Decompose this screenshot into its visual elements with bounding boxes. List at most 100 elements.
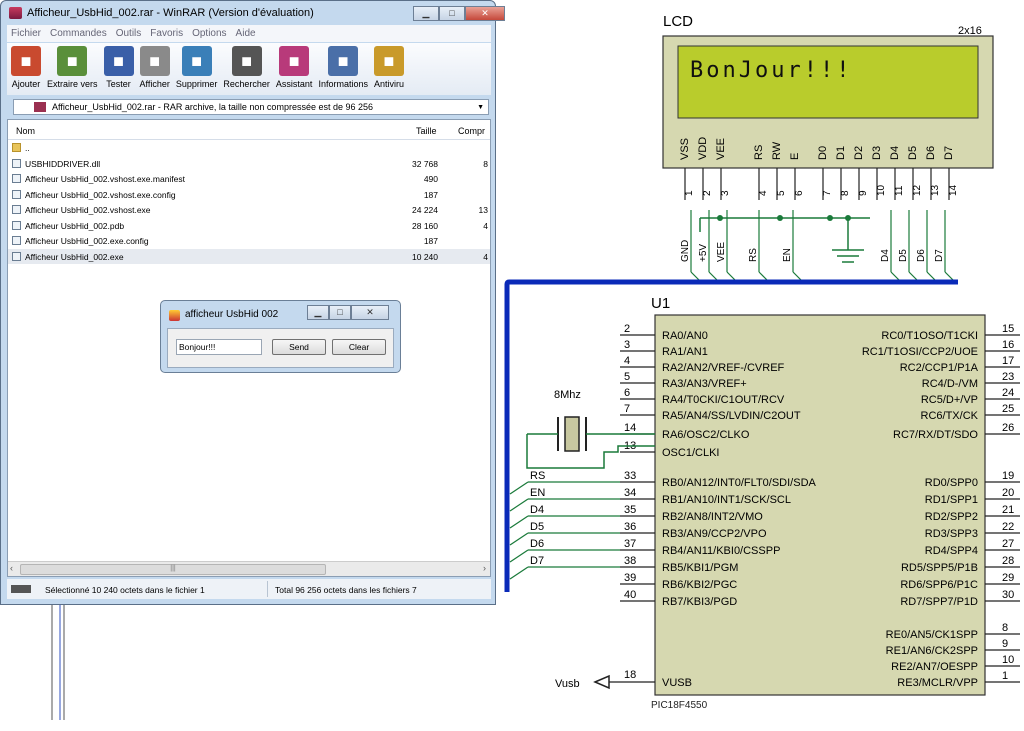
mcu-pin-number: 3	[624, 339, 630, 351]
mcu-pin-number: 37	[624, 538, 636, 550]
lcd-pin-name: D2	[853, 146, 865, 160]
lcd-label: LCD	[663, 13, 693, 30]
toolbar-button-5[interactable]: ■ Rechercher	[223, 43, 270, 95]
mcu-pin-name: RD7/SPP7/P1D	[900, 596, 978, 608]
toolbar-button-8[interactable]: ■ Antiviru	[373, 43, 404, 95]
toolbar-button-4[interactable]: ■ Supprimer	[175, 43, 218, 95]
toolbar-button-3[interactable]: ■ Afficher	[140, 43, 170, 95]
toolbar-button-1[interactable]: ■ Extraire vers	[47, 43, 98, 95]
menu-options[interactable]: Options	[192, 28, 226, 39]
path-dropdown-icon[interactable]: ▼	[477, 104, 484, 111]
mcu-bus-label: D7	[530, 555, 544, 567]
file-name: Afficheur UsbHid_002.exe	[25, 251, 124, 262]
mcu-pin-name: RA0/AN0	[662, 330, 708, 342]
file-row[interactable]: Afficheur UsbHid_002.vshost.exe 24 224 13	[8, 202, 490, 218]
dialog-maximize-button[interactable]: □	[329, 305, 351, 320]
scroll-right-icon[interactable]: ›	[483, 563, 486, 573]
menu-favoris[interactable]: Favoris	[150, 28, 183, 39]
column-header-size[interactable]: Taille	[416, 126, 437, 136]
mcu-bus-label: D5	[530, 521, 544, 533]
scroll-left-icon[interactable]: ‹	[10, 563, 13, 573]
mcu-pin-name: RE2/AN7/OESPP	[891, 661, 978, 673]
winrar-titlebar[interactable]: Afficheur_UsbHid_002.rar - WinRAR (Versi…	[5, 4, 505, 22]
file-size: 24 224	[412, 205, 438, 215]
maximize-button[interactable]: □	[439, 6, 465, 21]
menu-outils[interactable]: Outils	[116, 28, 142, 39]
view-icon: ■	[139, 46, 170, 76]
scrollbar-thumb[interactable]: |||	[20, 564, 326, 575]
lcd-size-label: 2x16	[958, 25, 982, 37]
mcu-pin-number: 35	[624, 504, 636, 516]
column-header-compressed[interactable]: Compr	[458, 126, 485, 136]
archive-path-bar[interactable]: Afficheur_UsbHid_002.rar - RAR archive, …	[13, 99, 489, 115]
lcd-pin-number: 1	[684, 190, 695, 196]
archive-path-text: Afficheur_UsbHid_002.rar - RAR archive, …	[52, 102, 374, 112]
toolbar-label: Rechercher	[223, 79, 270, 89]
file-row[interactable]: Afficheur UsbHid_002.pdb 28 160 4	[8, 218, 490, 234]
mcu-pin-name: RC1/T1OSI/CCP2/UOE	[862, 346, 978, 358]
mcu-pin-name: RD1/SPP1	[925, 494, 978, 506]
file-size: 187	[423, 189, 438, 200]
file-row[interactable]: Afficheur UsbHid_002.exe.config 187	[8, 233, 490, 249]
mcu-pin-number: 9	[1002, 638, 1008, 650]
menubar: Fichier Commandes Outils Favoris Options Aide	[7, 25, 491, 42]
exe-file-icon	[12, 205, 21, 214]
clear-button[interactable]: Clear	[332, 339, 386, 355]
mcu-pin-name: RA2/AN2/VREF-/CVREF	[662, 362, 785, 374]
mcu-pin-name: RB5/KBI1/PGM	[662, 562, 738, 574]
toolbar-label: Supprimer	[175, 79, 218, 89]
mcu-pin-number: 29	[1002, 572, 1014, 584]
file-row[interactable]: USBHIDDRIVER.dll 32 768 8	[8, 156, 490, 172]
menu-aide[interactable]: Aide	[236, 28, 256, 39]
config-file-icon	[12, 189, 21, 199]
app-icon	[169, 310, 180, 321]
file-row[interactable]: ..	[8, 140, 490, 156]
message-input[interactable]	[176, 339, 262, 355]
archive-icon	[34, 102, 46, 112]
mcu-pin-name: RA4/T0CKI/C1OUT/RCV	[662, 394, 785, 406]
lcd-pin-number: 13	[930, 184, 941, 196]
status-selected: Sélectionné 10 240 octets dans le fichie…	[45, 585, 205, 595]
toolbar-button-2[interactable]: ■ Tester	[103, 43, 134, 95]
lcd-net-label: GND	[680, 240, 691, 262]
lcd-pin-name: D1	[835, 146, 847, 160]
mcu-pin-name: RB0/AN12/INT0/FLT0/SDI/SDA	[662, 477, 817, 489]
toolbar-button-0[interactable]: ■ Ajouter	[11, 43, 41, 95]
file-size: 490	[423, 174, 438, 184]
lcd-pin-number: 6	[794, 190, 805, 196]
file-row[interactable]: Afficheur UsbHid_002.exe 10 240 4	[8, 248, 490, 264]
mcu-pin-number: 23	[1002, 371, 1014, 383]
crystal-component[interactable]	[557, 416, 587, 452]
file-compressed: 13	[478, 205, 488, 215]
mcu-pin-name: RC6/TX/CK	[921, 410, 979, 422]
lcd-pin-number: 14	[948, 184, 959, 196]
close-button[interactable]: ✕	[465, 6, 505, 21]
file-row[interactable]: Afficheur UsbHid_002.vshost.exe.config 18…	[8, 187, 490, 203]
mcu-pin-number: 4	[624, 355, 630, 367]
minimize-button[interactable]: ▁	[413, 6, 439, 21]
dialog-minimize-button[interactable]: ▁	[307, 305, 329, 320]
horizontal-scrollbar[interactable]: ‹ ||| ›	[8, 561, 490, 576]
column-header-name[interactable]: Nom	[16, 126, 35, 136]
send-button[interactable]: Send	[272, 339, 326, 355]
toolbar-button-7[interactable]: ■ Informations	[318, 43, 368, 95]
delete-icon: ■	[181, 46, 212, 76]
mcu-pin-number: 36	[624, 521, 636, 533]
config-file-icon	[12, 236, 21, 245]
menu-fichier[interactable]: Fichier	[11, 28, 41, 39]
mcu-pin-number: 30	[1002, 589, 1014, 601]
toolbar-label: Extraire vers	[47, 79, 98, 89]
toolbar-button-6[interactable]: ■ Assistant	[276, 43, 312, 95]
mcu-pin-number: 27	[1002, 538, 1014, 550]
mcu-pin-name: RA1/AN1	[662, 346, 708, 358]
file-list-header: Nom Taille Compr	[8, 120, 490, 140]
dialog-close-button[interactable]: ✕	[351, 305, 389, 320]
mcu-pin-name: RC5/D+/VP	[921, 394, 978, 406]
status-total: Total 96 256 octets dans les fichiers 7	[275, 585, 417, 595]
menu-commandes[interactable]: Commandes	[50, 28, 107, 39]
afficheur-dialog[interactable]: afficheur UsbHid 002 ▁ □ ✕ Send Clear	[160, 300, 401, 373]
winrar-title: Afficheur_UsbHid_002.rar - WinRAR (Versi…	[27, 7, 314, 19]
mcu-pin-number: 26	[1002, 422, 1014, 434]
find-icon: ■	[231, 46, 262, 76]
file-row[interactable]: Afficheur UsbHid_002.vshost.exe.manifest…	[8, 171, 490, 187]
